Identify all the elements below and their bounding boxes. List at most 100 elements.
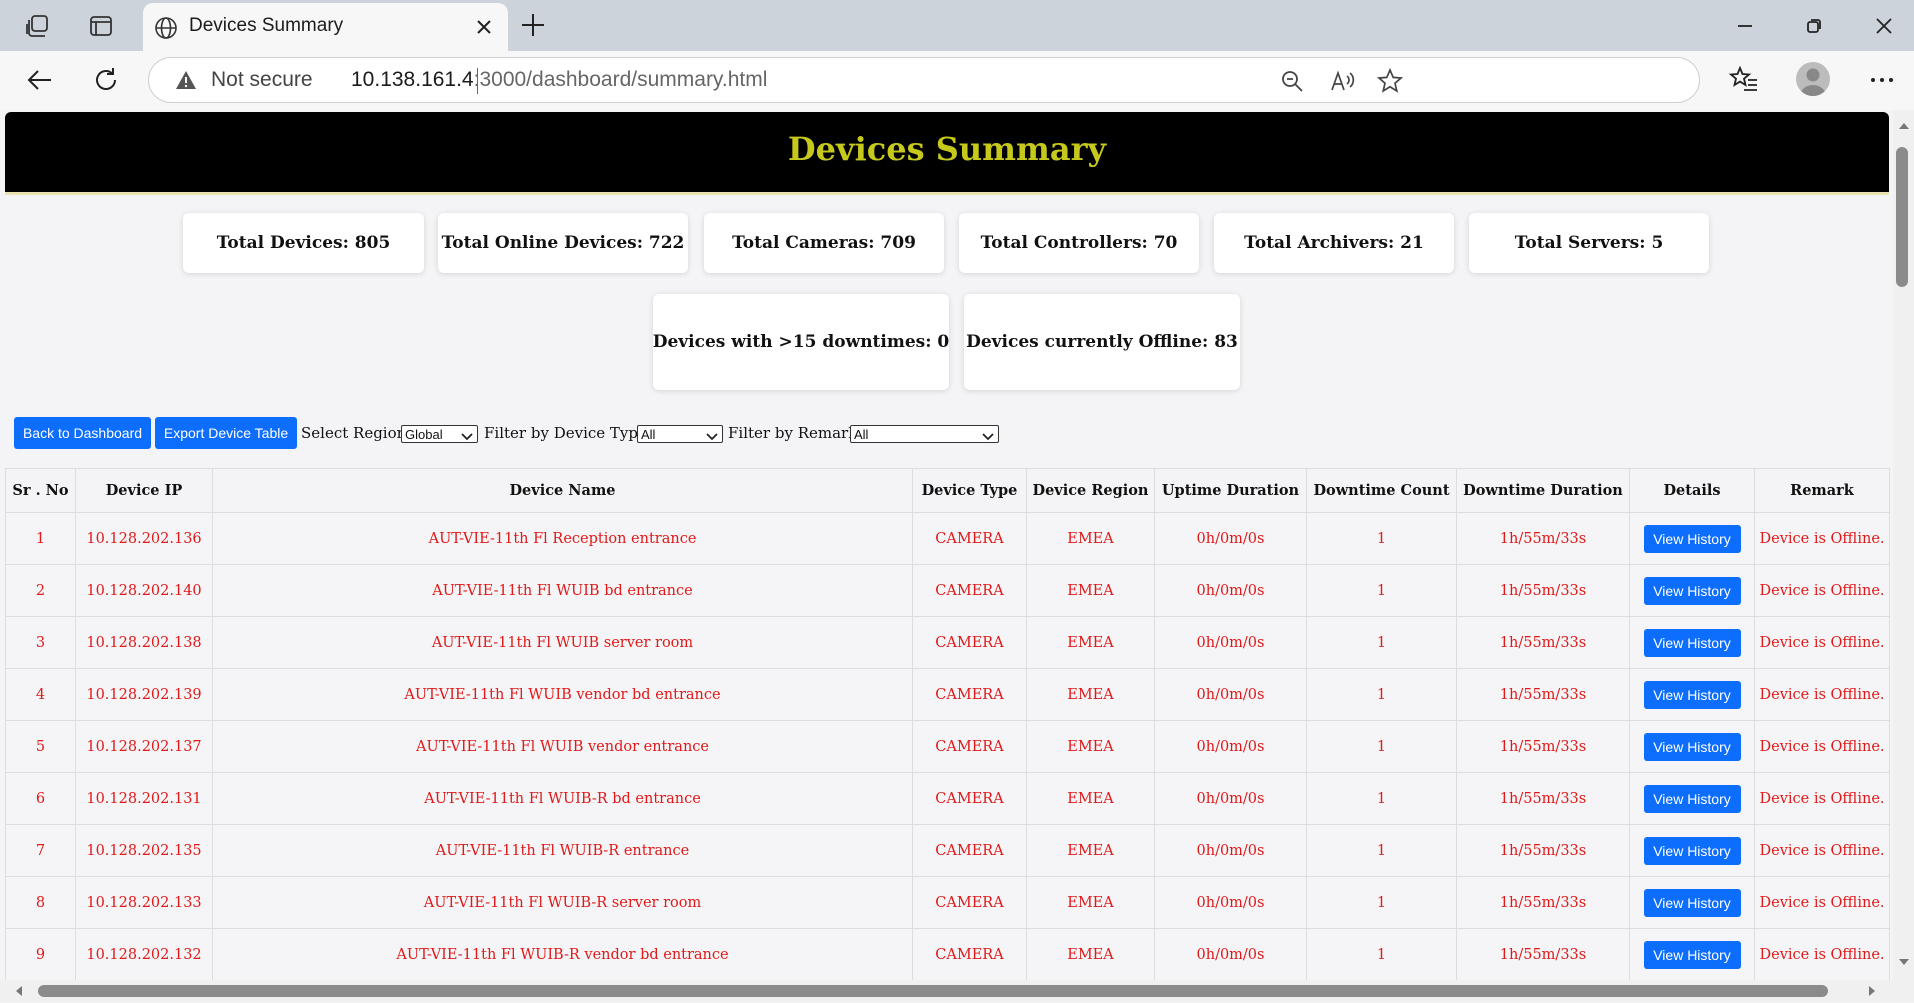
tab-actions-icon[interactable] — [88, 13, 114, 39]
header-details[interactable]: Details — [1629, 468, 1755, 513]
cell-downtime-count: 1 — [1306, 512, 1457, 565]
cell-remark: Device is Offline. — [1754, 512, 1890, 565]
refresh-icon[interactable] — [90, 64, 122, 96]
cell-sr-no: 6 — [5, 772, 76, 825]
tab-title: Devices Summary — [189, 15, 344, 36]
cell-device-ip: 10.128.202.132 — [75, 928, 213, 980]
cell-downtime-count: 1 — [1306, 720, 1457, 773]
horizontal-scroll-thumb[interactable] — [38, 985, 1828, 997]
cell-device-name: AUT-VIE-11th Fl WUIB vendor entrance — [212, 720, 913, 773]
cell-details: View History — [1629, 668, 1755, 721]
cell-details: View History — [1629, 616, 1755, 669]
cell-device-ip: 10.128.202.135 — [75, 824, 213, 877]
cell-device-region: EMEA — [1026, 720, 1155, 773]
header-downtime-duration[interactable]: Downtime Duration — [1456, 468, 1630, 513]
cell-device-ip: 10.128.202.136 — [75, 512, 213, 565]
region-select[interactable]: Global — [401, 425, 478, 443]
view-history-button[interactable]: View History — [1643, 628, 1741, 657]
profile-avatar[interactable] — [1796, 62, 1830, 96]
view-history-button[interactable]: View History — [1643, 576, 1741, 605]
header-device-type[interactable]: Device Type — [912, 468, 1027, 513]
table-row: 2 10.128.202.140 AUT-VIE-11th Fl WUIB bd… — [5, 564, 1890, 617]
header-device-region[interactable]: Device Region — [1026, 468, 1155, 513]
cell-downtime-duration: 1h/55m/33s — [1456, 564, 1630, 617]
scroll-right-arrow-icon[interactable] — [1865, 984, 1879, 998]
table-row: 5 10.128.202.137 AUT-VIE-11th Fl WUIB ve… — [5, 720, 1890, 773]
cell-device-name: AUT-VIE-11th Fl WUIB-R vendor bd entranc… — [212, 928, 913, 980]
cell-downtime-duration: 1h/55m/33s — [1456, 512, 1630, 565]
cell-device-type: CAMERA — [912, 564, 1027, 617]
scroll-left-arrow-icon[interactable] — [12, 984, 26, 998]
page-title: Devices Summary — [787, 130, 1107, 168]
cell-details: View History — [1629, 720, 1755, 773]
header-device-name[interactable]: Device Name — [212, 468, 913, 513]
stat-total-controllers: Total Controllers: 70 — [959, 213, 1199, 273]
view-history-button[interactable]: View History — [1643, 524, 1741, 553]
cell-sr-no: 4 — [5, 668, 76, 721]
favorite-star-icon[interactable] — [1376, 67, 1404, 94]
restore-icon[interactable] — [1800, 12, 1828, 40]
cell-downtime-count: 1 — [1306, 876, 1457, 929]
cell-device-type: CAMERA — [912, 928, 1027, 980]
page-viewport: Devices Summary Total Devices: 805 Total… — [0, 110, 1893, 980]
minimize-icon[interactable] — [1731, 12, 1759, 40]
cell-device-type: CAMERA — [912, 824, 1027, 877]
read-aloud-icon[interactable] — [1329, 68, 1355, 94]
zoom-icon[interactable] — [1279, 68, 1305, 94]
address-bar[interactable]: Not secure 10.138.161.4:3000/dashboard/s… — [148, 57, 1700, 103]
back-arrow-icon[interactable] — [24, 64, 56, 96]
scroll-down-arrow-icon[interactable] — [1897, 955, 1911, 969]
device-type-select-value: All — [641, 427, 656, 442]
new-tab-icon[interactable] — [518, 10, 548, 40]
header-downtime-count[interactable]: Downtime Count — [1306, 468, 1457, 513]
cell-remark: Device is Offline. — [1754, 876, 1890, 929]
chevron-down-icon — [461, 429, 473, 441]
device-type-select[interactable]: All — [637, 425, 723, 443]
cell-downtime-duration: 1h/55m/33s — [1456, 876, 1630, 929]
table-row: 6 10.128.202.131 AUT-VIE-11th Fl WUIB-R … — [5, 772, 1890, 825]
header-remark[interactable]: Remark — [1754, 468, 1890, 513]
close-window-icon[interactable] — [1870, 12, 1898, 40]
cell-details: View History — [1629, 772, 1755, 825]
workspaces-icon[interactable] — [24, 13, 50, 39]
more-options-icon[interactable] — [1866, 64, 1898, 96]
cell-uptime-duration: 0h/0m/0s — [1154, 668, 1307, 721]
cell-uptime-duration: 0h/0m/0s — [1154, 564, 1307, 617]
vertical-scroll-thumb[interactable] — [1896, 147, 1908, 287]
cell-device-name: AUT-VIE-11th Fl Reception entrance — [212, 512, 913, 565]
cell-remark: Device is Offline. — [1754, 616, 1890, 669]
cell-device-ip: 10.128.202.140 — [75, 564, 213, 617]
view-history-button[interactable]: View History — [1643, 888, 1741, 917]
remark-select[interactable]: All — [850, 425, 999, 443]
cell-details: View History — [1629, 564, 1755, 617]
cell-sr-no: 7 — [5, 824, 76, 877]
cell-device-ip: 10.128.202.133 — [75, 876, 213, 929]
header-sr-no[interactable]: Sr . No — [5, 468, 76, 513]
close-tab-icon[interactable] — [472, 15, 496, 39]
view-history-button[interactable]: View History — [1643, 940, 1741, 969]
tab-devices-summary[interactable]: Devices Summary — [143, 3, 508, 51]
scroll-up-arrow-icon[interactable] — [1897, 119, 1911, 133]
view-history-button[interactable]: View History — [1643, 784, 1741, 813]
cell-remark: Device is Offline. — [1754, 772, 1890, 825]
cell-device-type: CAMERA — [912, 512, 1027, 565]
browser-tab-bar: Devices Summary — [0, 0, 1914, 51]
back-to-dashboard-button[interactable]: Back to Dashboard — [14, 417, 151, 449]
cell-uptime-duration: 0h/0m/0s — [1154, 824, 1307, 877]
cell-remark: Device is Offline. — [1754, 668, 1890, 721]
favorites-list-icon[interactable] — [1728, 64, 1760, 96]
remark-label: Filter by Remark: — [728, 424, 863, 442]
view-history-button[interactable]: View History — [1643, 732, 1741, 761]
view-history-button[interactable]: View History — [1643, 836, 1741, 865]
device-type-label: Filter by Device Type: — [484, 424, 652, 442]
cell-device-type: CAMERA — [912, 668, 1027, 721]
cell-details: View History — [1629, 876, 1755, 929]
cell-device-ip: 10.128.202.138 — [75, 616, 213, 669]
view-history-button[interactable]: View History — [1643, 680, 1741, 709]
url-text[interactable]: 10.138.161.4:3000/dashboard/summary.html — [351, 68, 767, 92]
header-device-ip[interactable]: Device IP — [75, 468, 213, 513]
header-uptime-duration[interactable]: Uptime Duration — [1154, 468, 1307, 513]
export-device-table-button[interactable]: Export Device Table — [155, 417, 297, 449]
not-secure-label[interactable]: Not secure — [211, 68, 313, 92]
device-table: Sr . No Device IP Device Name Device Typ… — [5, 468, 1890, 980]
